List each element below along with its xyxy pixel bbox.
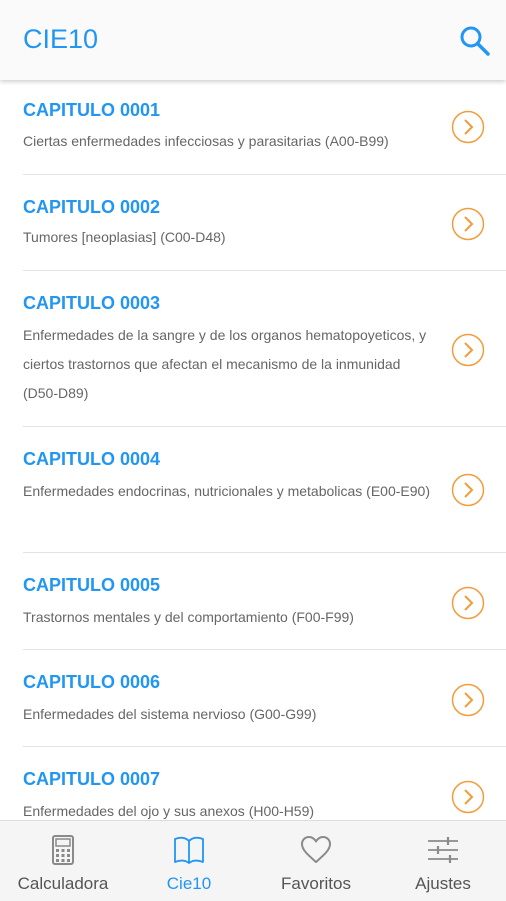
search-icon[interactable] <box>458 24 492 58</box>
chapter-item[interactable]: CAPITULO 0003 Enfermedades de la sangre … <box>0 271 506 426</box>
chapter-item[interactable]: CAPITULO 0004 Enfermedades endocrinas, n… <box>0 427 506 552</box>
chevron-right-icon[interactable] <box>451 333 485 367</box>
app-bar: CIE10 <box>0 0 506 80</box>
chapter-item[interactable]: CAPITULO 0001 Ciertas enfermedades infec… <box>0 80 506 174</box>
chapter-description: Trastornos mentales y del comportamiento… <box>23 609 354 625</box>
chapter-item[interactable]: CAPITULO 0007 Enfermedades del ojo y sus… <box>0 747 506 820</box>
chapter-item[interactable]: CAPITULO 0006 Enfermedades del sistema n… <box>0 650 506 746</box>
chapter-title: CAPITULO 0004 <box>23 449 161 469</box>
chevron-right-icon[interactable] <box>451 110 485 144</box>
tab-cie10[interactable]: Cie10 <box>126 821 252 901</box>
chapter-title: CAPITULO 0003 <box>23 293 161 313</box>
chapter-title: CAPITULO 0005 <box>23 575 161 595</box>
book-icon <box>172 833 206 867</box>
chevron-right-icon[interactable] <box>451 473 485 507</box>
chapter-title: CAPITULO 0007 <box>23 769 161 789</box>
chevron-right-icon[interactable] <box>451 780 485 814</box>
tab-label: Ajustes <box>415 874 471 893</box>
tab-calculadora[interactable]: Calculadora <box>0 821 126 901</box>
tab-label: Calculadora <box>17 874 109 893</box>
chapter-title: CAPITULO 0001 <box>23 100 161 120</box>
chapter-title: CAPITULO 0002 <box>23 197 161 217</box>
bottom-tab-bar: Calculadora Cie10 Favoritos Ajustes <box>0 820 506 901</box>
chevron-right-icon[interactable] <box>451 683 485 717</box>
chapter-description: Enfermedades de la sangre y de los organ… <box>23 327 427 401</box>
tab-favoritos[interactable]: Favoritos <box>253 821 379 901</box>
tab-ajustes[interactable]: Ajustes <box>380 821 506 901</box>
sliders-icon <box>426 833 460 867</box>
chevron-right-icon[interactable] <box>451 586 485 620</box>
calculator-icon <box>46 833 80 867</box>
chapter-description: Tumores [neoplasias] (C00-D48) <box>23 229 226 245</box>
chevron-right-icon[interactable] <box>451 207 485 241</box>
tab-label: Cie10 <box>166 874 212 893</box>
chapter-description: Ciertas enfermedades infecciosas y paras… <box>23 133 389 149</box>
app-title: CIE10 <box>23 24 99 54</box>
chapter-title: CAPITULO 0006 <box>23 672 161 692</box>
chapter-item[interactable]: CAPITULO 0002 Tumores [neoplasias] (C00-… <box>0 175 506 270</box>
chapter-description: Enfermedades del ojo y sus anexos (H00-H… <box>23 803 315 819</box>
heart-icon <box>299 833 333 867</box>
chapter-description: Enfermedades del sistema nervioso (G00-G… <box>23 706 317 722</box>
chapter-list: CAPITULO 0001 Ciertas enfermedades infec… <box>0 80 506 820</box>
chapter-item[interactable]: CAPITULO 0005 Trastornos mentales y del … <box>0 553 506 649</box>
chapter-description: Enfermedades endocrinas, nutricionales y… <box>23 483 430 499</box>
tab-label: Favoritos <box>281 874 351 893</box>
